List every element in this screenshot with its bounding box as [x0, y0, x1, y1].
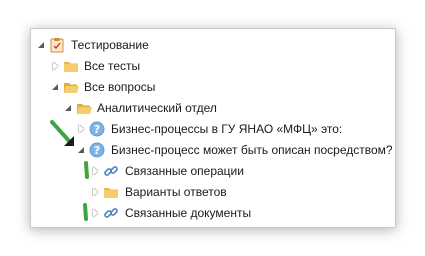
collapsed-arrow-icon[interactable]: [51, 56, 61, 76]
tree-node-label: Все вопросы: [84, 80, 156, 94]
tree-node-all-tests[interactable]: Все тесты: [31, 56, 395, 76]
tree-node-analytics-department[interactable]: Аналитический отдел: [31, 98, 395, 118]
collapsed-arrow-icon[interactable]: [91, 203, 101, 223]
link-icon: [103, 163, 119, 179]
tree-node-question-1[interactable]: ? Бизнес-процессы в ГУ ЯНАО «МФЦ» это:: [31, 119, 395, 139]
tree-node-related-operations[interactable]: Связанные операции: [31, 161, 395, 181]
tree-node-label: Аналитический отдел: [97, 101, 217, 115]
tree-node-related-documents[interactable]: Связанные документы: [31, 203, 395, 223]
tree-node-label: Бизнес-процесс может быть описан посредс…: [111, 143, 393, 157]
tree-node-label: Бизнес-процессы в ГУ ЯНАО «МФЦ» это:: [111, 122, 343, 136]
expanded-arrow-icon[interactable]: [77, 140, 87, 160]
question-icon: ?: [89, 142, 105, 158]
tree-node-label: Связанные операции: [125, 164, 244, 178]
tree-node-question-2[interactable]: ? Бизнес-процесс может быть описан посре…: [31, 140, 395, 160]
tree-node-answer-options[interactable]: Варианты ответов: [31, 182, 395, 202]
tree-node-label: Все тесты: [84, 59, 141, 73]
svg-text:?: ?: [94, 123, 100, 136]
svg-text:?: ?: [94, 144, 100, 157]
tree-node-label: Связанные документы: [125, 206, 252, 220]
tree-node-testing[interactable]: Тестирование: [31, 35, 395, 55]
tree-node-label: Тестирование: [71, 38, 149, 52]
collapsed-arrow-icon[interactable]: [77, 119, 87, 139]
expanded-arrow-icon[interactable]: [64, 98, 74, 118]
collapsed-arrow-icon[interactable]: [91, 182, 101, 202]
tree-panel: Тестирование Все тесты Все вопросы Анали…: [30, 28, 396, 228]
question-icon: ?: [89, 121, 105, 137]
link-icon: [103, 205, 119, 221]
expanded-arrow-icon[interactable]: [51, 77, 61, 97]
folder-open-icon: [76, 100, 92, 116]
tree-node-all-questions[interactable]: Все вопросы: [31, 77, 395, 97]
folder-open-icon: [63, 79, 79, 95]
expanded-arrow-icon[interactable]: [37, 35, 47, 55]
folder-icon: [63, 58, 79, 74]
tree-node-label: Варианты ответов: [125, 185, 227, 199]
collapsed-arrow-icon[interactable]: [91, 161, 101, 181]
test-document-icon: [49, 37, 65, 53]
folder-icon: [103, 184, 119, 200]
